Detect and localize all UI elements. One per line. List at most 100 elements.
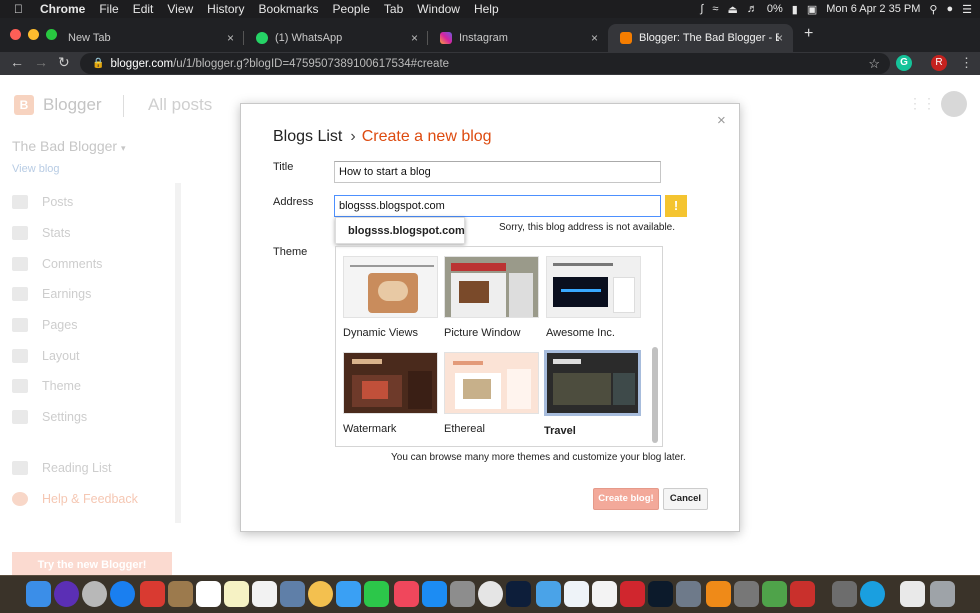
preview-icon[interactable] bbox=[536, 581, 561, 607]
bluetooth-icon[interactable]: ∫ bbox=[700, 3, 703, 15]
sidebar-item-posts[interactable]: Posts bbox=[12, 187, 102, 218]
minimize-window-button[interactable] bbox=[28, 29, 39, 40]
sidebar-item-stats[interactable]: Stats bbox=[12, 218, 102, 249]
forward-arrow-icon[interactable]: → bbox=[34, 54, 48, 70]
blog-selector[interactable]: The Bad Blogger ▾ bbox=[12, 138, 126, 154]
apple-menu-icon[interactable]:  bbox=[14, 2, 28, 16]
music-icon[interactable] bbox=[394, 581, 419, 607]
notification-center-icon[interactable]: ☰ bbox=[962, 3, 972, 16]
messages-icon[interactable] bbox=[336, 581, 361, 607]
finder-icon[interactable] bbox=[26, 581, 51, 607]
menu-history[interactable]: History bbox=[207, 2, 244, 16]
numbers-icon[interactable] bbox=[564, 581, 589, 607]
sidebar-item-layout[interactable]: Layout bbox=[12, 340, 102, 371]
theme-option-dynamic-views[interactable]: Dynamic Views bbox=[343, 256, 438, 339]
dock-app-icon[interactable] bbox=[790, 581, 815, 607]
menu-view[interactable]: View bbox=[167, 2, 193, 16]
close-tab-icon[interactable]: × bbox=[776, 31, 783, 45]
menu-window[interactable]: Window bbox=[417, 2, 460, 16]
back-arrow-icon[interactable]: ← bbox=[10, 54, 24, 70]
reload-icon[interactable]: ↻ bbox=[58, 54, 70, 71]
siri-icon[interactable]: ● bbox=[946, 3, 953, 15]
siri-icon[interactable] bbox=[54, 581, 79, 607]
spotlight-icon[interactable]: ⚲ bbox=[929, 3, 937, 16]
address-input[interactable] bbox=[334, 195, 661, 217]
sidebar-item-settings[interactable]: Settings bbox=[12, 402, 102, 433]
lightroom-icon[interactable] bbox=[648, 581, 673, 607]
vlc-icon[interactable] bbox=[706, 581, 731, 607]
stocks-icon[interactable] bbox=[592, 581, 617, 607]
theme-option-picture-window[interactable]: Picture Window bbox=[444, 256, 539, 339]
skype-icon[interactable] bbox=[860, 581, 885, 607]
sidebar-item-pages[interactable]: Pages bbox=[12, 310, 102, 341]
app-store-icon[interactable] bbox=[422, 581, 447, 607]
close-icon[interactable]: × bbox=[717, 112, 726, 129]
tab-new-tab[interactable]: New Tab × bbox=[56, 24, 244, 52]
chrome-menu-icon[interactable]: ⋮ bbox=[960, 55, 973, 71]
menu-app-chrome[interactable]: Chrome bbox=[40, 2, 85, 16]
reminders-icon[interactable] bbox=[252, 581, 277, 607]
sidebar-item-theme[interactable]: Theme bbox=[12, 371, 102, 402]
acrobat-icon[interactable] bbox=[620, 581, 645, 607]
volume-icon[interactable]: ♬ bbox=[747, 3, 758, 15]
menubar-clock[interactable]: Mon 6 Apr 2 35 PM bbox=[826, 3, 920, 15]
sidebar-item-help[interactable]: Help & Feedback bbox=[12, 484, 138, 515]
tab-blogger[interactable]: Blogger: The Bad Blogger - Blo × bbox=[608, 24, 793, 52]
mail-icon[interactable] bbox=[140, 581, 165, 607]
eject-icon[interactable]: ⏏ bbox=[727, 3, 737, 16]
cancel-button[interactable]: Cancel bbox=[663, 488, 708, 510]
disk-utility-icon[interactable] bbox=[676, 581, 701, 607]
calendar-icon[interactable] bbox=[196, 581, 221, 607]
theme-option-watermark[interactable]: Watermark bbox=[343, 352, 438, 435]
theme-option-travel[interactable]: Travel bbox=[544, 350, 641, 437]
sidebar-scrollbar[interactable] bbox=[175, 183, 181, 523]
address-bar[interactable]: 🔒 blogger.com/u/1/blogger.g?blogID=47595… bbox=[80, 53, 890, 74]
menu-tab[interactable]: Tab bbox=[384, 2, 403, 16]
title-input[interactable] bbox=[334, 161, 661, 183]
document-stack-icon[interactable] bbox=[900, 581, 925, 607]
lock-icon[interactable]: 🔒 bbox=[92, 58, 104, 69]
address-suggestion[interactable]: blogsss.blogspot.com bbox=[335, 217, 465, 244]
chrome-icon[interactable] bbox=[478, 581, 503, 607]
tab-instagram[interactable]: Instagram × bbox=[428, 24, 608, 52]
close-window-button[interactable] bbox=[10, 29, 21, 40]
dock-app-icon[interactable] bbox=[734, 581, 759, 607]
grammarly-extension-icon[interactable]: G bbox=[896, 55, 912, 71]
close-tab-icon[interactable]: × bbox=[227, 31, 234, 45]
downloads-stack-icon[interactable] bbox=[832, 581, 857, 607]
menu-extra-icon[interactable]: ▣ bbox=[807, 3, 817, 16]
account-avatar[interactable] bbox=[941, 91, 967, 117]
menu-edit[interactable]: Edit bbox=[133, 2, 154, 16]
sidebar-item-reading-list[interactable]: Reading List bbox=[12, 453, 138, 484]
wifi-icon[interactable]: ≈ bbox=[712, 3, 718, 15]
maps-icon[interactable] bbox=[280, 581, 305, 607]
theme-option-ethereal[interactable]: Ethereal bbox=[444, 352, 539, 435]
menu-file[interactable]: File bbox=[99, 2, 118, 16]
contacts-icon[interactable] bbox=[168, 581, 193, 607]
breadcrumb-blogs-list[interactable]: Blogs List bbox=[273, 128, 342, 145]
system-preferences-icon[interactable] bbox=[450, 581, 475, 607]
menu-people[interactable]: People bbox=[333, 2, 370, 16]
facetime-icon[interactable] bbox=[364, 581, 389, 607]
close-tab-icon[interactable]: × bbox=[591, 31, 598, 45]
view-blog-link[interactable]: View blog bbox=[12, 163, 60, 175]
dock-app-icon[interactable] bbox=[762, 581, 787, 607]
sidebar-item-comments[interactable]: Comments bbox=[12, 248, 102, 279]
photoshop-icon[interactable] bbox=[506, 581, 531, 607]
battery-icon[interactable]: ▮ bbox=[792, 3, 798, 16]
bookmark-star-icon[interactable]: ☆ bbox=[868, 56, 880, 72]
new-tab-plus-icon[interactable]: + bbox=[804, 25, 813, 43]
menu-bookmarks[interactable]: Bookmarks bbox=[259, 2, 319, 16]
photos-icon[interactable] bbox=[308, 581, 333, 607]
notes-icon[interactable] bbox=[224, 581, 249, 607]
menu-help[interactable]: Help bbox=[474, 2, 499, 16]
safari-icon[interactable] bbox=[110, 581, 135, 607]
trash-icon[interactable] bbox=[930, 581, 955, 607]
theme-option-awesome-inc[interactable]: Awesome Inc. bbox=[546, 256, 641, 339]
close-tab-icon[interactable]: × bbox=[411, 31, 418, 45]
sidebar-item-earnings[interactable]: Earnings bbox=[12, 279, 102, 310]
profile-avatar[interactable]: R bbox=[931, 55, 947, 71]
launchpad-icon[interactable] bbox=[82, 581, 107, 607]
tab-whatsapp[interactable]: (1) WhatsApp × bbox=[244, 24, 428, 52]
create-blog-button[interactable]: Create blog! bbox=[593, 488, 659, 510]
